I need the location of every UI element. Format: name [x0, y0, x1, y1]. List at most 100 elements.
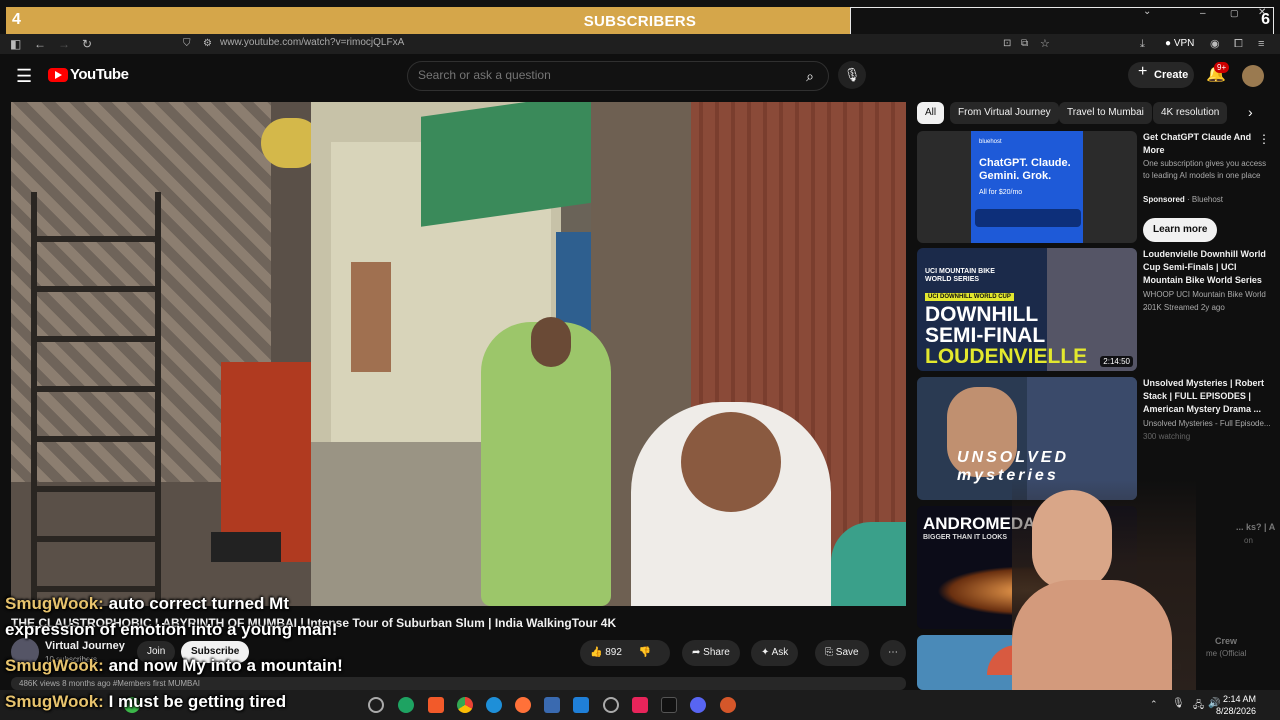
- chip-travel-mumbai[interactable]: Travel to Mumbai: [1059, 102, 1152, 124]
- chat-message: SmugWook: and now My into a mountain!: [5, 656, 343, 676]
- dislike-icon[interactable]: 👎: [639, 647, 651, 658]
- download-icon[interactable]: ⤓: [1140, 36, 1145, 52]
- clock-date: 8/28/2026: [1215, 706, 1256, 716]
- app-icon[interactable]: [544, 697, 560, 713]
- clock-time: 2:14 AM: [1222, 694, 1256, 704]
- ask-button[interactable]: ✦ Ask: [751, 640, 799, 666]
- chat-text: auto correct turned Mt: [103, 594, 289, 613]
- mic-tray-icon[interactable]: 🎙: [1172, 698, 1185, 709]
- video-title-andromeda[interactable]: ... ks? | A: [1236, 521, 1276, 534]
- address-bar[interactable]: www.youtube.com/watch?v=rimocjQLFxA: [220, 37, 404, 48]
- chat-message-continued: expression of emotion into a young man!: [5, 620, 338, 639]
- network-icon[interactable]: 🖧: [1193, 698, 1204, 715]
- menu-icon[interactable]: ≡: [1258, 36, 1264, 52]
- thumb-tag: UCI DOWNHILL WORLD CUP: [925, 293, 1014, 301]
- forward-icon[interactable]: →: [58, 36, 70, 52]
- more-vert-icon[interactable]: ⋮: [1258, 132, 1270, 146]
- browser-toolbar: ◧ ← → ↻ ⛉ ⚙ www.youtube.com/watch?v=rimo…: [0, 34, 1280, 54]
- ad-price: All for $20/mo: [979, 189, 1023, 196]
- channel-name[interactable]: Unsolved Mysteries - Full Episode...: [1143, 418, 1271, 430]
- tiktok-icon[interactable]: [661, 697, 677, 713]
- duration-badge: 2:14:50: [1100, 356, 1133, 367]
- search-input[interactable]: [418, 68, 788, 82]
- app-icon[interactable]: [603, 697, 619, 713]
- chat-username: SmugWook:: [5, 594, 104, 613]
- thumbnail-downhill[interactable]: UCI MOUNTAIN BIKE WORLD SERIES UCI DOWNH…: [917, 248, 1137, 371]
- firefox-icon[interactable]: [515, 697, 531, 713]
- ad-thumb-text: ChatGPT. Claude. Gemini. Grok.: [979, 157, 1071, 182]
- ad-brand: bluehost: [979, 139, 1002, 145]
- account-avatar[interactable]: [1242, 65, 1264, 87]
- chevron-down-icon[interactable]: ⌄: [1143, 6, 1151, 17]
- description-meta[interactable]: 486K views 8 months ago #Members first M…: [11, 677, 906, 690]
- ad-title[interactable]: Get ChatGPT Claude And More: [1143, 131, 1271, 157]
- sidebar-icon[interactable]: ◧: [10, 36, 21, 52]
- chrome-icon[interactable]: [457, 697, 473, 713]
- video-meta: 300 watching: [1143, 432, 1191, 441]
- save-label: Save: [835, 647, 859, 658]
- brave-icon[interactable]: [428, 697, 444, 713]
- chat-message: SmugWook: I must be getting tired: [5, 692, 286, 712]
- like-icon[interactable]: 👍: [590, 647, 602, 658]
- youtube-logo-text[interactable]: YouTube: [70, 66, 129, 83]
- video-title-nasa[interactable]: Crew: [1215, 635, 1275, 648]
- video-meta-line: me (Official: [1206, 649, 1247, 658]
- plus-icon: +: [1138, 63, 1148, 80]
- system-clock[interactable]: 2:14 AM 8/28/2026: [1216, 693, 1256, 717]
- bookmark-star-icon[interactable]: ☆: [1040, 36, 1050, 52]
- hamburger-menu-icon[interactable]: ☰: [16, 66, 32, 87]
- chat-text: I must be getting tired: [103, 692, 287, 711]
- search-box[interactable]: [407, 61, 829, 91]
- chat-text: and now My into a mountain!: [103, 656, 343, 675]
- reload-icon[interactable]: ↻: [82, 36, 92, 52]
- chat-username: SmugWook:: [5, 656, 104, 675]
- close-icon[interactable]: ✕: [1258, 7, 1266, 18]
- ad-advertiser: Bluehost: [1191, 195, 1224, 204]
- vpn-button[interactable]: ● VPN: [1165, 36, 1194, 52]
- search-icon[interactable]: ⌕: [796, 64, 824, 88]
- minimize-icon[interactable]: –: [1200, 8, 1206, 19]
- notification-badge: 9+: [1214, 62, 1230, 73]
- like-dislike-group: 👍 892 👎: [580, 640, 670, 666]
- share-label: Share: [703, 647, 730, 658]
- chip-from-channel[interactable]: From Virtual Journey: [950, 102, 1059, 124]
- tray-chevron-icon[interactable]: ⌃: [1150, 699, 1158, 710]
- app-icon[interactable]: [398, 697, 414, 713]
- video-meta: 201K Streamed 2y ago: [1143, 303, 1225, 312]
- site-settings-icon[interactable]: ⚙: [203, 36, 212, 52]
- channel-name[interactable]: Virtual Journey: [45, 640, 125, 652]
- learn-more-button[interactable]: Learn more: [1143, 218, 1218, 242]
- back-icon[interactable]: ←: [34, 36, 46, 52]
- extensions-icon[interactable]: ⧠: [1234, 36, 1243, 52]
- maximize-icon[interactable]: ▢: [1230, 8, 1239, 19]
- app-icon[interactable]: [720, 697, 736, 713]
- video-player[interactable]: [11, 102, 906, 606]
- ad-description: One subscription gives you access to lea…: [1143, 159, 1267, 180]
- video-title-unsolved[interactable]: Unsolved Mysteries | Robert Stack | FULL…: [1143, 377, 1271, 416]
- chevron-right-icon[interactable]: ›: [1248, 104, 1253, 120]
- app-icon[interactable]: [632, 697, 648, 713]
- share-button[interactable]: ➦ Share: [682, 640, 740, 666]
- save-button[interactable]: ⎘ Save: [815, 640, 869, 666]
- like-count[interactable]: 892: [605, 647, 622, 658]
- chip-all[interactable]: All: [917, 102, 945, 124]
- profile-icon[interactable]: ◉: [1210, 36, 1220, 52]
- video-title-downhill[interactable]: Loudenvielle Downhill World Cup Semi-Fin…: [1143, 248, 1271, 287]
- youtube-logo-icon[interactable]: [48, 68, 68, 82]
- chip-4k[interactable]: 4K resolution: [1153, 102, 1228, 124]
- more-actions-icon[interactable]: ⋯: [880, 640, 906, 666]
- channel-name[interactable]: on: [1244, 535, 1274, 547]
- discord-icon[interactable]: [690, 697, 706, 713]
- chat-message: SmugWook: auto correct turned Mt: [5, 594, 289, 614]
- goal-label: SUBSCRIBERS: [583, 13, 697, 30]
- app-icon[interactable]: [368, 697, 384, 713]
- ad-thumbnail[interactable]: bluehost ChatGPT. Claude. Gemini. Grok. …: [917, 131, 1137, 243]
- microphone-icon[interactable]: 🎙: [838, 61, 866, 89]
- vscode-icon[interactable]: [573, 697, 589, 713]
- share-icon: ➦: [692, 647, 704, 658]
- screenshot-icon[interactable]: ⊡: [1003, 36, 1011, 52]
- edge-icon[interactable]: [486, 697, 502, 713]
- shield-icon[interactable]: ⛉: [183, 36, 191, 52]
- chat-username: SmugWook:: [5, 692, 104, 711]
- pip-icon[interactable]: ⧉: [1021, 36, 1028, 52]
